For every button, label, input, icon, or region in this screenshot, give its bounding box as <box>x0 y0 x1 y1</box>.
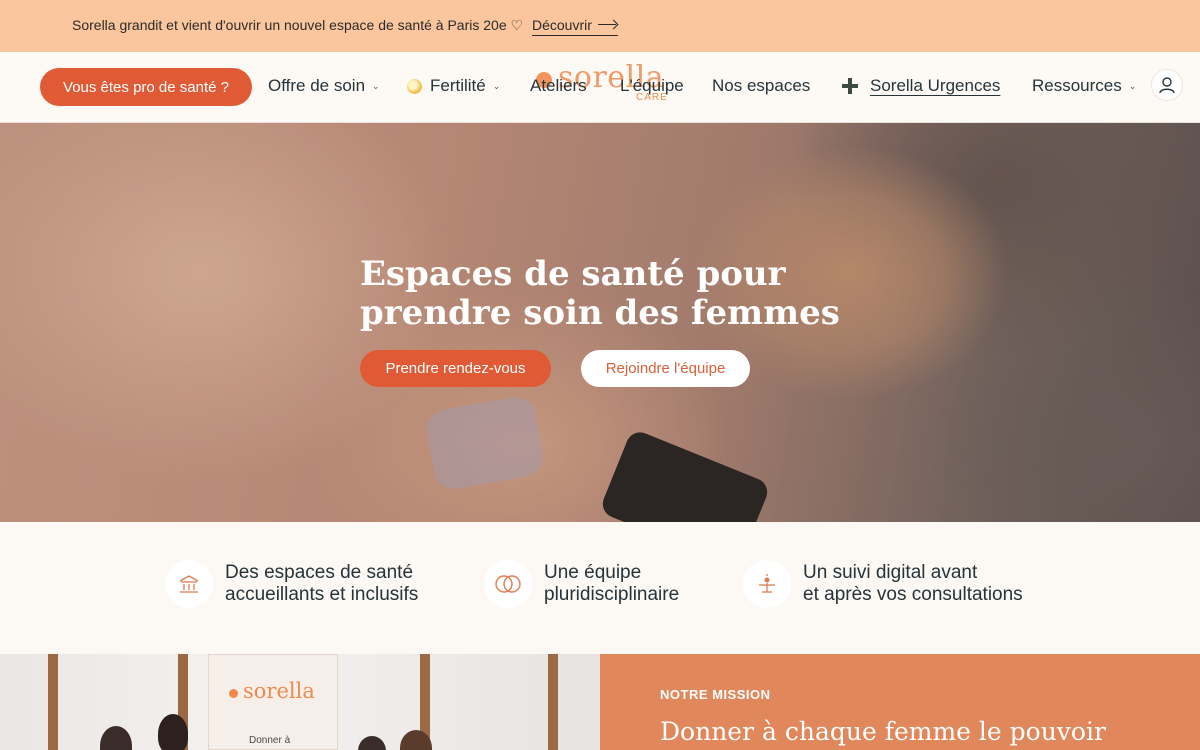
sparkle-person-icon <box>743 560 791 608</box>
nav-item-label: Offre de soin <box>268 76 366 95</box>
nav-item-nos-espaces[interactable]: Nos espaces <box>712 76 810 96</box>
user-account-button[interactable] <box>1151 69 1183 101</box>
chevron-down-icon: ⌄ <box>492 80 501 91</box>
feature-line: pluridisciplinaire <box>544 584 680 605</box>
chevron-down-icon: ⌄ <box>1128 80 1137 91</box>
features-strip: Des espaces de santé accueillants et inc… <box>0 522 1200 654</box>
nav-item-label: Ressources <box>1032 76 1122 95</box>
nav-item-label: Ateliers <box>530 76 587 95</box>
announcement-link-label: Découvrir <box>532 17 592 33</box>
arrow-right-icon <box>597 20 618 30</box>
nav-item-ressources[interactable]: Ressources ⌄ <box>1032 76 1136 96</box>
feature-line: accueillants et inclusifs <box>225 584 419 605</box>
feature-line: Des espaces de santé <box>225 562 414 583</box>
pro-sante-button[interactable]: Vous êtes pro de santé ? <box>40 68 252 106</box>
mission-section: NOTRE MISSION Donner à chaque femme le p… <box>600 654 1200 750</box>
mission-kicker: NOTRE MISSION <box>660 687 771 702</box>
mission-title: Donner à chaque femme le pouvoir <box>660 717 1106 746</box>
photo-person <box>158 714 188 750</box>
fertility-icon <box>407 78 422 94</box>
nav-item-ateliers[interactable]: Ateliers <box>530 76 587 96</box>
feature-item-espaces: Des espaces de santé accueillants et inc… <box>165 560 418 608</box>
hero-title: Espaces de santé pour prendre soin des f… <box>360 254 840 333</box>
nav-item-label: Fertilité <box>430 76 486 95</box>
feature-item-equipe: Une équipe pluridisciplinaire <box>484 560 679 608</box>
rejoindre-equipe-button[interactable]: Rejoindre l'équipe <box>581 350 750 387</box>
feature-text: Une équipe pluridisciplinaire <box>544 562 679 606</box>
nav-item-fertilite[interactable]: Fertilité ⌄ <box>407 76 500 96</box>
banner-logo-dot <box>229 689 238 698</box>
team-photo: sorella Donner à <box>0 654 600 750</box>
nav-item-offre-de-soin[interactable]: Offre de soin ⌄ <box>268 76 380 96</box>
announcement-bar: Sorella grandit et vient d'ouvrir un nou… <box>0 0 1200 52</box>
announcement-discover-link[interactable]: Découvrir <box>532 17 618 36</box>
photo-detail <box>548 654 558 750</box>
feature-line: Un suivi digital avant <box>803 562 978 583</box>
nav-item-sorella-urgences[interactable]: Sorella Urgences <box>842 76 1000 96</box>
main-navbar: Vous êtes pro de santé ? Offre de soin ⌄… <box>0 52 1200 123</box>
nav-item-equipe[interactable]: L'équipe <box>620 76 684 96</box>
banner-text: Donner à <box>249 735 291 746</box>
announcement-text: Sorella grandit et vient d'ouvrir un nou… <box>72 17 524 33</box>
feature-line: et après vos consultations <box>803 584 1023 605</box>
sorella-rollup-banner: sorella Donner à <box>208 654 338 750</box>
feature-text: Un suivi digital avant et après vos cons… <box>803 562 1023 606</box>
nav-item-label: L'équipe <box>620 76 684 95</box>
chevron-down-icon: ⌄ <box>372 80 380 91</box>
photo-person <box>358 736 386 750</box>
hero-section: Espaces de santé pour prendre soin des f… <box>0 123 1200 522</box>
prendre-rendez-vous-button[interactable]: Prendre rendez-vous <box>360 350 551 387</box>
feature-text: Des espaces de santé accueillants et inc… <box>225 562 418 606</box>
feature-line: Une équipe <box>544 562 642 583</box>
plus-cross-icon <box>842 78 858 94</box>
feature-item-suivi-digital: Un suivi digital avant et après vos cons… <box>743 560 1023 608</box>
nav-item-label: Sorella Urgences <box>870 76 1001 95</box>
rings-icon <box>484 560 532 608</box>
user-icon <box>1159 77 1175 94</box>
banner-wordmark: sorella <box>243 679 315 703</box>
photo-detail <box>48 654 58 750</box>
photo-person <box>100 726 132 750</box>
nav-item-label: Nos espaces <box>712 76 811 95</box>
building-icon <box>165 560 213 608</box>
